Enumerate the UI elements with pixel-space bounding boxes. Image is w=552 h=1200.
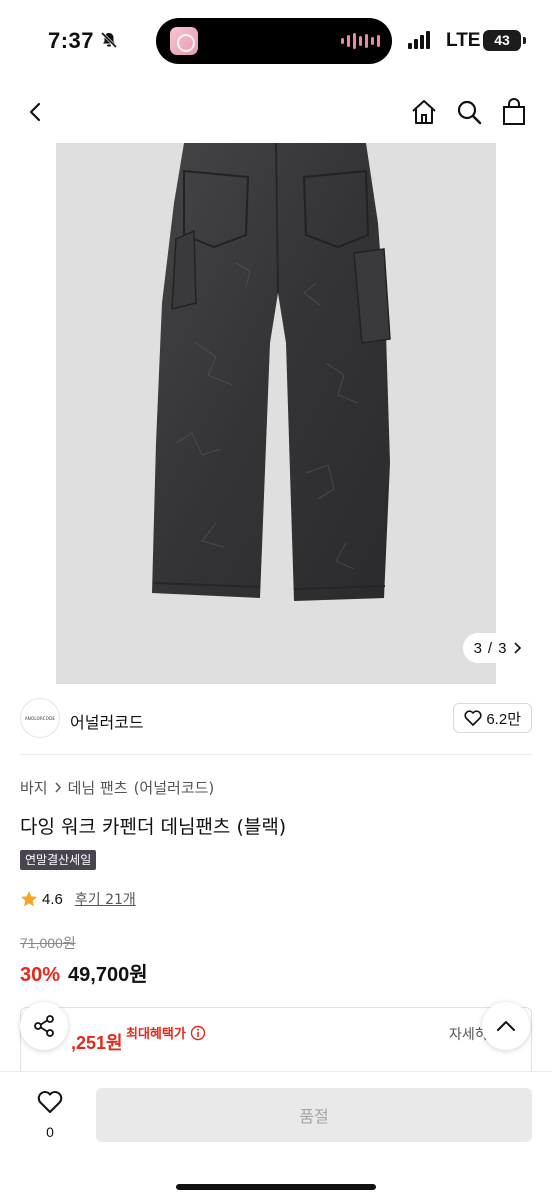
- top-nav: [0, 82, 552, 142]
- rating-value: 4.6: [42, 890, 63, 908]
- brand-row[interactable]: ANOLORCODE 어널러코드 6.2만: [20, 698, 532, 742]
- battery-icon: 43: [483, 30, 521, 51]
- audio-wave-icon: [341, 32, 380, 50]
- status-bar: 7:37 LTE 43: [0, 0, 552, 82]
- counter-total: 3: [498, 639, 507, 657]
- heart-icon: [464, 710, 482, 726]
- home-icon: [412, 100, 436, 124]
- max-benefit-box[interactable]: ,251원 최대혜택가 자세히: [20, 1007, 532, 1071]
- product-image[interactable]: [56, 143, 496, 684]
- denim-pants-image: [152, 143, 391, 601]
- home-button[interactable]: [404, 92, 444, 132]
- home-indicator: [176, 1184, 376, 1190]
- sold-out-button[interactable]: 품절: [96, 1088, 532, 1142]
- brand-logo[interactable]: ANOLORCODE: [20, 698, 60, 738]
- product-title: 다잉 워크 카펜더 데님팬츠 (블랙): [20, 816, 287, 838]
- chevron-up-icon: [497, 1021, 515, 1031]
- sale-price: 49,700원: [68, 964, 148, 986]
- benefit-label-text: 최대혜택가: [126, 1027, 186, 1042]
- chevron-left-icon: [29, 102, 41, 122]
- back-button[interactable]: [16, 92, 56, 132]
- bottom-action-bar: 0 품절: [0, 1071, 552, 1200]
- wish-button[interactable]: 0: [26, 1090, 74, 1140]
- image-counter[interactable]: 3 / 3: [463, 633, 533, 663]
- rating-row: 4.6 후기 21개: [20, 889, 136, 909]
- counter-separator: /: [487, 639, 493, 657]
- search-button[interactable]: [449, 92, 489, 132]
- breadcrumb-item-pants[interactable]: 바지: [20, 777, 48, 798]
- status-time: 7:37: [48, 28, 95, 53]
- benefit-label: 최대혜택가: [126, 1023, 206, 1042]
- bag-icon: [503, 98, 525, 125]
- bell-slash-icon: [100, 31, 118, 53]
- chevron-right-icon: [55, 782, 61, 793]
- divider: [20, 754, 532, 755]
- cart-button[interactable]: [494, 92, 534, 132]
- star-icon: [21, 891, 37, 907]
- benefit-price: ,251원: [71, 1033, 123, 1053]
- info-icon[interactable]: [190, 1025, 206, 1041]
- sale-badge: 연말결산세일: [20, 850, 97, 870]
- review-link[interactable]: 후기 21개: [75, 889, 136, 909]
- breadcrumb-item-denim[interactable]: 데님 팬츠: [68, 777, 128, 798]
- heart-icon: [37, 1091, 63, 1113]
- signal-icon: [408, 31, 430, 49]
- price-row: 30% 49,700원: [20, 958, 148, 987]
- original-price: 71,000원: [20, 935, 76, 951]
- share-icon: [34, 1015, 54, 1037]
- share-button[interactable]: [20, 1002, 68, 1050]
- counter-current: 3: [473, 639, 482, 657]
- chevron-right-icon: [514, 642, 522, 654]
- search-icon: [457, 100, 482, 125]
- breadcrumb: 바지 데님 팬츠 (어널러코드): [20, 777, 214, 798]
- brand-like-count: 6.2만: [486, 710, 521, 728]
- now-playing-thumb: [170, 27, 198, 55]
- wish-count: 0: [46, 1124, 54, 1140]
- battery-cap: [523, 37, 526, 44]
- network-type: LTE: [446, 30, 481, 51]
- brand-name[interactable]: 어널러코드: [70, 709, 144, 733]
- breadcrumb-item-brand[interactable]: (어널러코드): [134, 777, 215, 798]
- brand-logo-text: ANOLORCODE: [24, 715, 56, 721]
- dynamic-island[interactable]: [156, 18, 392, 64]
- discount-rate: 30%: [20, 964, 61, 986]
- brand-like-button[interactable]: 6.2만: [453, 703, 532, 733]
- scroll-top-button[interactable]: [482, 1002, 530, 1050]
